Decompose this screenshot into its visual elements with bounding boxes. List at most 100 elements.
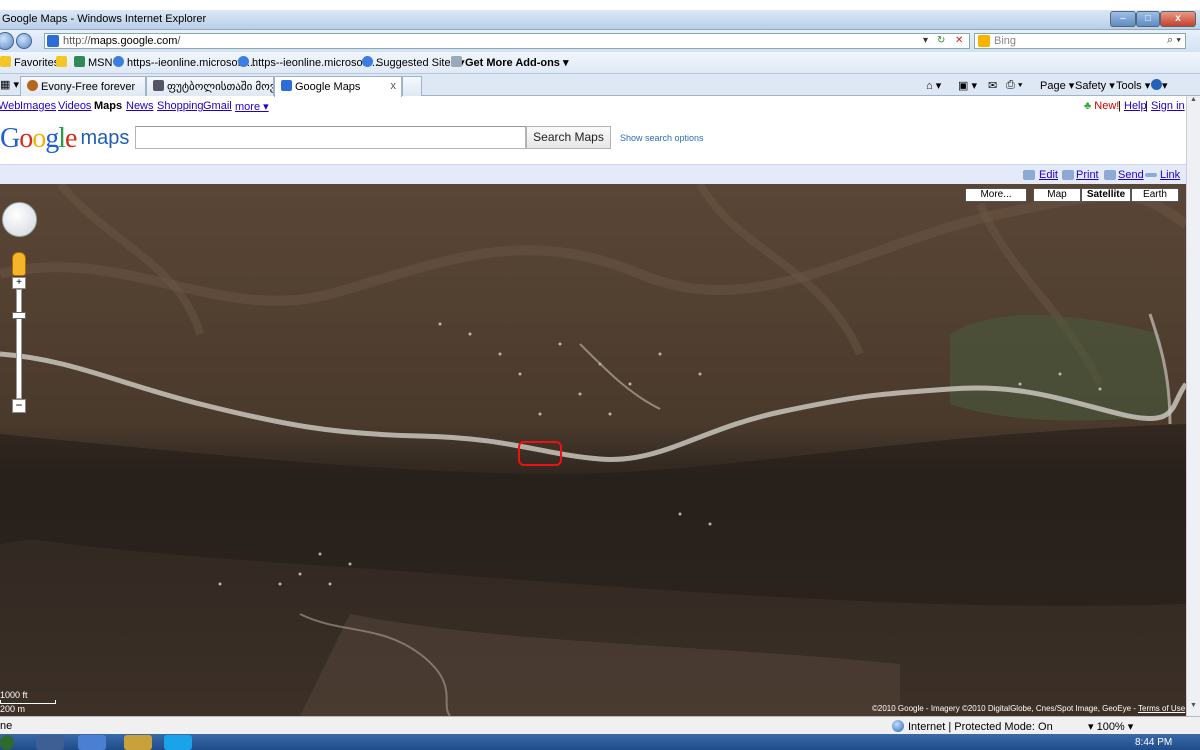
edit-icon xyxy=(1023,170,1035,180)
maptype-map-button[interactable]: Map xyxy=(1033,188,1081,202)
tab-google-maps[interactable]: Google Maps x xyxy=(274,76,402,97)
address-input[interactable]: http://maps.google.com/ ▾ ↻ ✕ xyxy=(44,33,970,49)
zoom-slider-handle[interactable] xyxy=(12,312,26,319)
favorite-ieonline-2[interactable]: https--ieonline.microsoft.... xyxy=(238,56,381,69)
nav-maps[interactable]: Maps xyxy=(94,100,122,112)
forward-button[interactable] xyxy=(16,33,32,49)
dropdown-arrow-icon[interactable]: ▾ xyxy=(923,35,928,46)
quick-tabs-icon[interactable]: ▦ ▾ xyxy=(0,78,19,91)
zoom-in-button[interactable]: + xyxy=(12,277,26,289)
ie-icon xyxy=(238,56,249,67)
add-favorite-icon[interactable] xyxy=(56,56,70,69)
status-bar: ne Internet | Protected Mode: On ▾ 100% … xyxy=(0,716,1200,734)
favorite-suggested-sites[interactable]: Suggested Sites ▾ xyxy=(362,56,465,69)
security-zone[interactable]: Internet | Protected Mode: On xyxy=(892,720,1053,733)
edit-link[interactable]: Edit xyxy=(1039,169,1058,181)
google-maps-logo[interactable]: Google maps xyxy=(0,123,129,155)
explorer-folder-icon[interactable] xyxy=(124,735,152,750)
pan-control[interactable] xyxy=(2,202,37,237)
bing-search-input[interactable]: Bing ⌕ ▾ xyxy=(974,33,1186,49)
search-maps-button[interactable]: Search Maps xyxy=(526,126,611,149)
url-host: maps.google.com xyxy=(90,35,178,47)
close-tab-icon[interactable]: x xyxy=(391,80,397,92)
home-icon[interactable]: ⌂ ▾ xyxy=(926,79,941,92)
window-title: Google Maps - Windows Internet Explorer xyxy=(2,13,207,25)
start-button[interactable] xyxy=(0,735,14,750)
window-title-bar: Google Maps - Windows Internet Explorer … xyxy=(0,10,1200,30)
nav-web[interactable]: Web xyxy=(0,100,20,112)
skype-icon[interactable] xyxy=(164,735,192,750)
new-icon: ♣ xyxy=(1084,100,1095,112)
logo-google: Google xyxy=(0,123,77,154)
scroll-down-icon[interactable]: ▼ xyxy=(1188,702,1199,714)
favorite-msn[interactable]: MSN xyxy=(74,56,112,69)
page-menu[interactable]: Page ▾ xyxy=(1040,79,1074,92)
vertical-scrollbar[interactable]: ▲ ▼ xyxy=(1186,96,1200,716)
help-menu[interactable]: ▾ xyxy=(1151,79,1168,92)
tab-row: ▦ ▾ Evony-Free forever ფუტბოლისთაში მოვი… xyxy=(0,74,1200,97)
close-button[interactable]: x xyxy=(1160,11,1196,27)
map-attribution: ©2010 Google - Imagery ©2010 DigitalGlob… xyxy=(872,704,1186,713)
google-favicon-icon xyxy=(47,35,59,47)
tools-menu[interactable]: Tools ▾ xyxy=(1116,79,1150,92)
safety-menu[interactable]: Safety ▾ xyxy=(1075,79,1115,92)
scale-meters: 200 m xyxy=(0,704,26,714)
nav-gmail[interactable]: Gmail xyxy=(203,100,232,112)
pegman-street-view-icon[interactable] xyxy=(12,252,26,276)
nav-shopping[interactable]: Shopping xyxy=(157,100,204,112)
zoom-level-control[interactable]: ▾ 100% ▾ xyxy=(1088,720,1133,733)
nav-help[interactable]: Help xyxy=(1124,100,1147,112)
msn-icon xyxy=(74,56,85,67)
status-text: ne xyxy=(0,720,13,732)
satellite-imagery xyxy=(0,184,1186,716)
nav-videos[interactable]: Videos xyxy=(58,100,91,112)
maximize-button[interactable]: □ xyxy=(1136,11,1160,27)
favorites-button[interactable]: Favorites xyxy=(0,56,59,69)
stop-icon[interactable]: ✕ xyxy=(955,35,963,46)
maptype-earth-button[interactable]: Earth xyxy=(1131,188,1179,202)
help-icon xyxy=(1151,79,1162,90)
print-icon[interactable]: ⎙ ▾ xyxy=(1006,79,1022,92)
media-player-icon[interactable] xyxy=(36,735,64,750)
terms-of-use-link[interactable]: Terms of Use xyxy=(1138,704,1185,713)
new-tab-button[interactable] xyxy=(402,76,422,96)
bing-icon xyxy=(978,35,990,47)
zoom-slider-track[interactable] xyxy=(16,289,22,399)
favorite-get-more-addons[interactable]: Get More Add-ons ▾ xyxy=(451,56,569,69)
satellite-map[interactable] xyxy=(0,184,1186,716)
print-link[interactable]: Print xyxy=(1076,169,1099,181)
nav-separator: | xyxy=(1145,100,1148,112)
send-icon xyxy=(1104,170,1116,180)
maptype-more-button[interactable]: More... xyxy=(965,188,1027,202)
nav-images[interactable]: Images xyxy=(20,100,56,112)
link-link[interactable]: Link xyxy=(1160,169,1180,181)
nav-sign-in[interactable]: Sign in xyxy=(1151,100,1185,112)
feeds-icon[interactable]: ▣ ▾ xyxy=(958,79,977,92)
tab-evony[interactable]: Evony-Free forever xyxy=(20,76,146,96)
minimize-button[interactable]: – xyxy=(1110,11,1136,27)
tab-georgian[interactable]: ფუტბოლისთაში მოვის ბარველიი... xyxy=(146,76,274,96)
nav-more[interactable]: more ▾ xyxy=(235,100,269,113)
mail-icon[interactable]: ✉ xyxy=(988,79,997,92)
zoom-out-button[interactable]: − xyxy=(12,399,26,413)
logo-maps: maps xyxy=(80,127,130,149)
print-icon xyxy=(1062,170,1074,180)
new-badge[interactable]: ♣ New! xyxy=(1084,100,1119,112)
send-link[interactable]: Send xyxy=(1118,169,1144,181)
favorite-ieonline-1[interactable]: https--ieonline.microsoft.... xyxy=(113,56,256,69)
evony-icon xyxy=(27,80,38,91)
back-button[interactable] xyxy=(0,32,14,50)
map-action-bar: Edit Print Send Link xyxy=(0,164,1200,184)
highlight-marker xyxy=(518,441,562,466)
search-options-link[interactable]: Show search options xyxy=(620,133,704,143)
windows-taskbar: 8:44 PM xyxy=(0,734,1200,750)
scroll-up-icon[interactable]: ▲ xyxy=(1188,96,1199,108)
maptype-satellite-button[interactable]: Satellite xyxy=(1081,188,1131,202)
magnifier-icon[interactable]: ⌕ ▾ xyxy=(1167,34,1181,47)
url-suffix: / xyxy=(177,35,181,47)
nav-news[interactable]: News xyxy=(126,100,154,112)
google-maps-icon xyxy=(281,80,292,91)
internet-explorer-icon[interactable] xyxy=(78,735,106,750)
refresh-icon[interactable]: ↻ xyxy=(937,35,945,46)
maps-search-input[interactable] xyxy=(135,126,526,149)
